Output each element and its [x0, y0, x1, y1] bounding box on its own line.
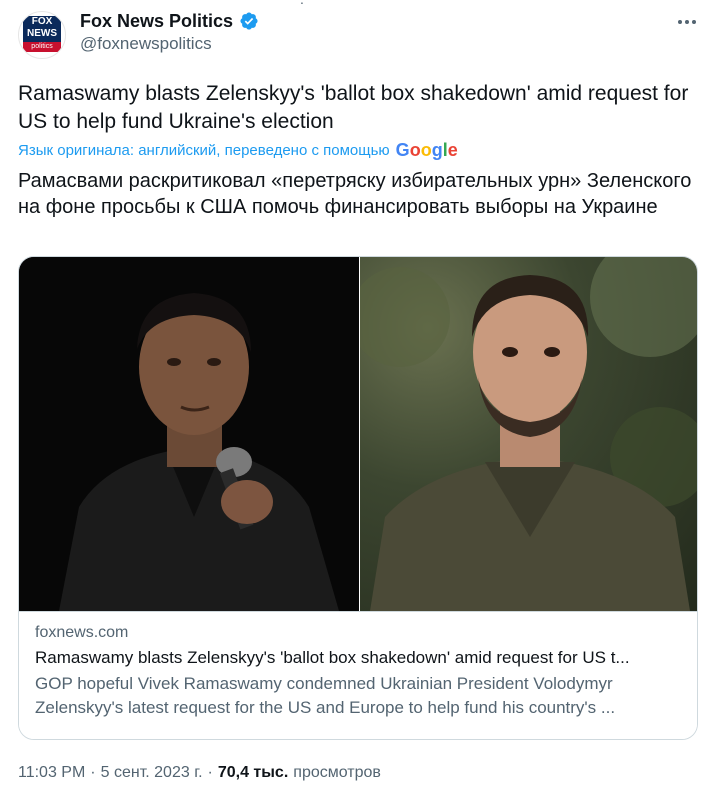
zelenskyy-photo	[360, 257, 697, 611]
card-domain: foxnews.com	[35, 624, 129, 641]
ramaswamy-photo	[19, 257, 359, 611]
card-image-zelenskyy	[360, 257, 697, 611]
tweet-date[interactable]: 5 сент. 2023 г.	[101, 764, 203, 782]
author-name[interactable]: Fox News Politics	[80, 11, 233, 32]
more-dot	[685, 20, 689, 24]
meta-separator: ·	[207, 764, 213, 781]
views-label: просмотров	[293, 764, 381, 781]
tweet-text-original: Ramaswamy blasts Zelenskyy's 'ballot box…	[18, 82, 689, 133]
author-name-row: Fox News Politics	[80, 10, 259, 32]
author-handle[interactable]: @foxnewspolitics	[80, 34, 212, 54]
tweet-meta: 11:03 PM · 5 сент. 2023 г. · 70,4 тыс. п…	[18, 764, 381, 782]
translation-note-text: Язык оригинала: английский, переведено с…	[18, 142, 390, 159]
tweet-text-translated: Рамасвами раскритиковал «перетряску изби…	[18, 170, 692, 218]
translation-note[interactable]: Язык оригинала: английский, переведено с…	[18, 140, 458, 161]
verified-badge-icon	[240, 12, 258, 30]
more-horizontal-icon[interactable]	[672, 12, 702, 32]
clipped-previous-content: .	[0, 0, 709, 8]
avatar-logo-bottom: politics	[23, 42, 61, 52]
views-count: 70,4 тыс.	[217, 764, 289, 781]
avatar[interactable]: FOX NEWS politics	[18, 11, 66, 59]
card-image-ramaswamy	[19, 257, 359, 611]
google-logo: Google	[395, 140, 458, 160]
avatar-logo-top: FOX NEWS	[23, 16, 61, 42]
more-dot	[678, 20, 682, 24]
tweet-time[interactable]: 11:03 PM	[18, 764, 85, 782]
card-title: Ramaswamy blasts Zelenskyy's 'ballot box…	[35, 648, 630, 667]
card-description: GOP hopeful Vivek Ramaswamy condemned Uk…	[35, 674, 616, 717]
meta-separator: ·	[90, 764, 96, 781]
link-card[interactable]: foxnews.com Ramaswamy blasts Zelenskyy's…	[18, 256, 698, 740]
more-dot	[692, 20, 696, 24]
card-info: foxnews.com Ramaswamy blasts Zelenskyy's…	[19, 611, 697, 739]
